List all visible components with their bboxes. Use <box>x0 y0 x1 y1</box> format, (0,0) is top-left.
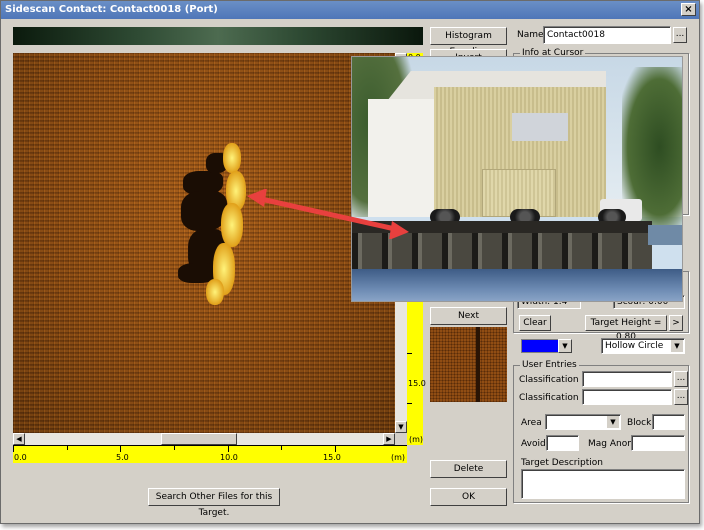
double-arrow-icon <box>247 189 409 239</box>
classification1-label: Classification 1 <box>519 375 588 385</box>
x-tick-label: 0.0 <box>14 453 27 462</box>
avoid-label: Avoid <box>521 439 546 449</box>
clear-button[interactable]: Clear <box>519 315 551 331</box>
target-height-arrow-button[interactable]: > <box>669 315 683 331</box>
sidescan-contact-window: Sidescan Contact: Contact0018 (Port) × ▲… <box>0 0 700 524</box>
contact-thumbnail <box>430 327 507 402</box>
target-description-label: Target Description <box>521 458 603 468</box>
name-browse-button[interactable]: ... <box>673 27 687 43</box>
far-shore <box>648 225 682 245</box>
title-bar: Sidescan Contact: Contact0018 (Port) <box>1 1 699 19</box>
sonar-image[interactable] <box>13 53 395 433</box>
scroll-down-icon[interactable]: ▼ <box>395 421 407 433</box>
dock-photo-overlay <box>351 56 683 302</box>
horizontal-scrollbar[interactable]: ◀ ▶ <box>13 433 395 445</box>
classification2-browse-button[interactable]: ... <box>674 389 688 405</box>
user-entries-title: User Entries <box>520 359 579 371</box>
classification2-field[interactable] <box>582 389 672 405</box>
marker-color-dropdown-icon[interactable]: ▼ <box>558 339 572 353</box>
area-select[interactable]: ▼ <box>545 414 621 430</box>
window-title: Sidescan Contact: Contact0018 (Port) <box>5 4 218 15</box>
shed-sign <box>512 113 568 141</box>
delete-button[interactable]: Delete <box>430 460 507 478</box>
scroll-left-icon[interactable]: ◀ <box>13 433 25 445</box>
classification1-field[interactable] <box>582 371 672 387</box>
chevron-down-icon[interactable]: ▼ <box>607 416 619 428</box>
name-label: Name <box>517 30 544 40</box>
thumbnail-track-line <box>476 327 480 402</box>
area-label: Area <box>521 418 542 428</box>
target-return <box>206 279 224 305</box>
marker-color-swatch[interactable] <box>521 339 559 353</box>
scroll-right-icon[interactable]: ▶ <box>383 433 395 445</box>
avoid-field[interactable] <box>546 435 579 451</box>
horizontal-scroll-thumb[interactable] <box>161 433 237 445</box>
histogram-equalize-button[interactable]: Histogram Equalize <box>430 27 507 57</box>
block-field[interactable] <box>652 414 685 430</box>
mag-anom-field[interactable] <box>631 435 685 451</box>
target-return <box>223 143 241 173</box>
close-button[interactable]: × <box>681 3 696 16</box>
target-return <box>221 203 243 247</box>
classification2-label: Classification 2 <box>519 393 588 403</box>
next-button[interactable]: Next <box>430 307 507 325</box>
search-other-files-button[interactable]: Search Other Files for this Target. <box>148 488 280 518</box>
x-tick-label: 10.0 <box>220 453 238 462</box>
chevron-down-icon[interactable]: ▼ <box>671 340 683 352</box>
marker-shape-value: Hollow Circle <box>605 341 664 351</box>
water <box>352 269 682 301</box>
x-tick-label: 5.0 <box>116 453 129 462</box>
x-ruler-unit: (m) <box>391 453 406 462</box>
target-description-field[interactable] <box>521 469 685 499</box>
histogram-gradient-bar <box>13 27 423 45</box>
ok-button[interactable]: OK <box>430 488 507 506</box>
name-field[interactable]: Contact0018 <box>543 26 671 44</box>
x-tick-label: 15.0 <box>323 453 341 462</box>
classification1-browse-button[interactable]: ... <box>674 371 688 387</box>
block-label: Block <box>627 418 652 428</box>
marker-shape-select[interactable]: Hollow Circle ▼ <box>601 338 685 354</box>
y-ruler-unit: (m) <box>409 435 424 444</box>
target-height-button[interactable]: Target Height = 0.80 <box>585 315 667 342</box>
mag-anom-label: Mag Anom <box>588 439 636 449</box>
x-ruler: 0.0 5.0 10.0 15.0 (m) <box>13 445 407 463</box>
y-tick-label: 15.0 <box>408 379 426 388</box>
